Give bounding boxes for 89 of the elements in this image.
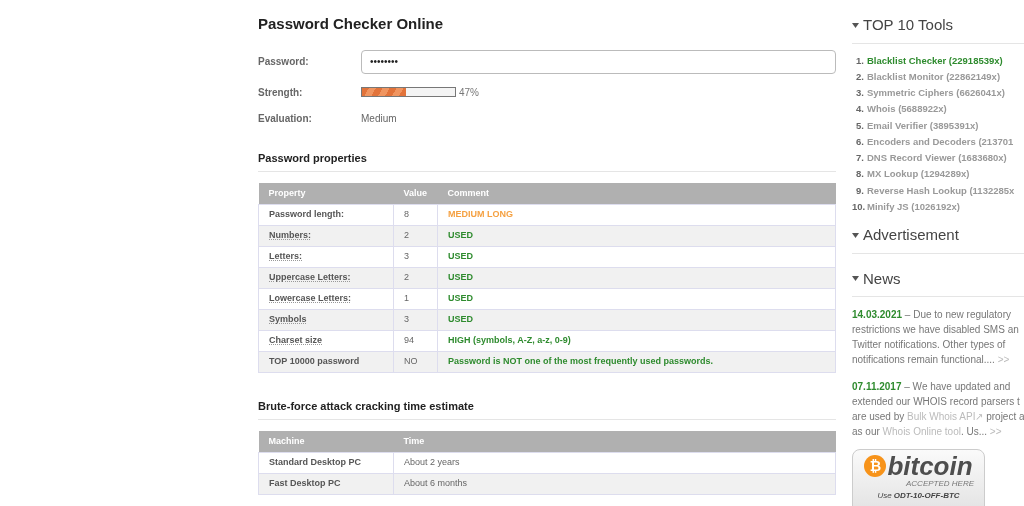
tool-link[interactable]: Email Verifier (3895391x) <box>867 118 979 133</box>
tool-link[interactable]: Encoders and Decoders (213701 <box>867 134 1014 149</box>
property-label: TOP 10000 password <box>269 355 360 366</box>
news-link[interactable]: >> <box>989 424 1002 439</box>
column-header: Comment <box>437 183 836 204</box>
tool-link[interactable]: Blacklist Checker (22918539x) <box>867 53 1003 68</box>
property-label: Password length: <box>269 208 344 219</box>
table-cell: HIGH (symbols, A-Z, a-z, 0-9) <box>437 330 836 351</box>
news-text: – We have updated and <box>903 380 1011 394</box>
password-field[interactable]: •••••••• <box>361 49 836 74</box>
tool-link[interactable]: Symmetric Ciphers (6626041x) <box>867 86 1005 101</box>
table-cell: 1 <box>393 288 438 309</box>
field-label: Password: <box>258 55 310 69</box>
column-header: Machine <box>258 431 394 452</box>
property-label: Uppercase Letters: <box>269 271 351 282</box>
table-cell: 3 <box>393 246 438 267</box>
list-number: 9. <box>855 183 864 198</box>
list-number: 4. <box>855 102 864 117</box>
list-number: 3. <box>855 86 864 100</box>
list-number: 2. <box>855 69 864 84</box>
section-heading: Brute-force attack cracking time estimate <box>258 397 836 420</box>
list-number: 1. <box>855 53 864 68</box>
evaluation-value: Medium <box>361 111 398 126</box>
column-header: Property <box>258 183 394 204</box>
table-cell: NO <box>393 351 438 372</box>
table-cell: USED <box>437 309 836 330</box>
table-cell: USED <box>437 267 836 288</box>
news-date: 14.03.2021 <box>852 308 903 322</box>
list-number: 10. <box>852 199 864 214</box>
section-heading: Password properties <box>258 149 836 172</box>
tool-link[interactable]: Minify JS (1026192x) <box>867 199 960 214</box>
news-link[interactable]: >> <box>997 352 1010 367</box>
table-cell: USED <box>437 288 836 309</box>
news-text: notifications remain functional.... <box>852 353 996 367</box>
news-text: Twitter notifications. Other types of <box>852 338 1006 352</box>
table-cell: 94 <box>393 330 438 351</box>
table-cell: 8 <box>393 204 438 225</box>
tool-link[interactable]: Whois (5688922x) <box>867 102 947 117</box>
bitcoin-banner[interactable]: ₿ bitcoin ACCEPTED HERE Use ODT-10-OFF-BTC <box>852 449 985 506</box>
table-cell: Password is NOT one of the most frequently used passwords. <box>437 351 836 372</box>
table-cell: USED <box>437 225 836 246</box>
news-text: – Due to new regulatory <box>903 308 1011 322</box>
news-link[interactable]: Whois Online tool <box>882 424 961 439</box>
news-text: extended our WHOIS record parsers t <box>852 395 1020 409</box>
banner-tagline: ACCEPTED HERE <box>906 479 974 489</box>
property-label: Symbols <box>269 313 307 324</box>
property-label: Charset size <box>269 334 323 345</box>
news-text: . Us... <box>960 425 989 439</box>
property-label: Numbers: <box>269 229 311 240</box>
bitcoin-symbol: ₿ <box>864 455 887 477</box>
table-cell: Standard Desktop PC <box>258 452 394 473</box>
tool-link[interactable]: MX Lookup (1294289x) <box>867 167 970 182</box>
news-text: project a <box>985 410 1024 424</box>
news-text: as our <box>852 425 881 439</box>
list-number: 6. <box>855 134 864 149</box>
table-cell: About 2 years <box>393 452 836 473</box>
caret-icon <box>852 22 859 28</box>
news-text: restrictions we have disabled SMS an <box>852 323 1019 337</box>
field-label: Evaluation: <box>258 111 313 126</box>
news-date: 07.11.2017 <box>852 380 902 394</box>
tool-link[interactable]: Reverse Hash Lookup (1132285x <box>867 183 1015 198</box>
caret-icon <box>852 232 859 238</box>
news-text: are used by <box>852 410 906 424</box>
property-label: Letters: <box>269 250 302 261</box>
page-title: Password Checker Online <box>258 14 445 34</box>
table-cell: MEDIUM LONG <box>437 204 836 225</box>
table-cell: 2 <box>393 267 438 288</box>
list-number: 8. <box>855 167 864 182</box>
bitcoin-wordmark: bitcoin <box>887 453 973 479</box>
column-header: Time <box>393 431 836 452</box>
list-number: 7. <box>855 151 864 165</box>
table-cell: About 6 months <box>393 473 836 494</box>
caret-icon <box>852 276 859 282</box>
column-header: Value <box>393 183 438 204</box>
table-cell: 3 <box>393 309 438 330</box>
table-cell: USED <box>437 246 836 267</box>
strength-percent: 47% <box>459 85 479 100</box>
section-heading: News <box>863 268 901 289</box>
news-link[interactable]: Bulk Whois API↗ <box>907 409 984 424</box>
table-cell: Fast Desktop PC <box>258 473 394 494</box>
promo-text: Use ODT-10-OFF-BTC <box>877 491 960 501</box>
section-heading: Advertisement <box>863 225 959 245</box>
property-label: Lowercase Letters: <box>269 292 352 303</box>
section-heading: TOP 10 Tools <box>863 15 954 35</box>
table-cell: 2 <box>393 225 438 246</box>
list-number: 5. <box>855 118 864 133</box>
field-label: Strength: <box>258 85 304 100</box>
tool-link[interactable]: Blacklist Monitor (22862149x) <box>867 69 1001 84</box>
tool-link[interactable]: DNS Record Viewer (1683680x) <box>867 151 1007 166</box>
